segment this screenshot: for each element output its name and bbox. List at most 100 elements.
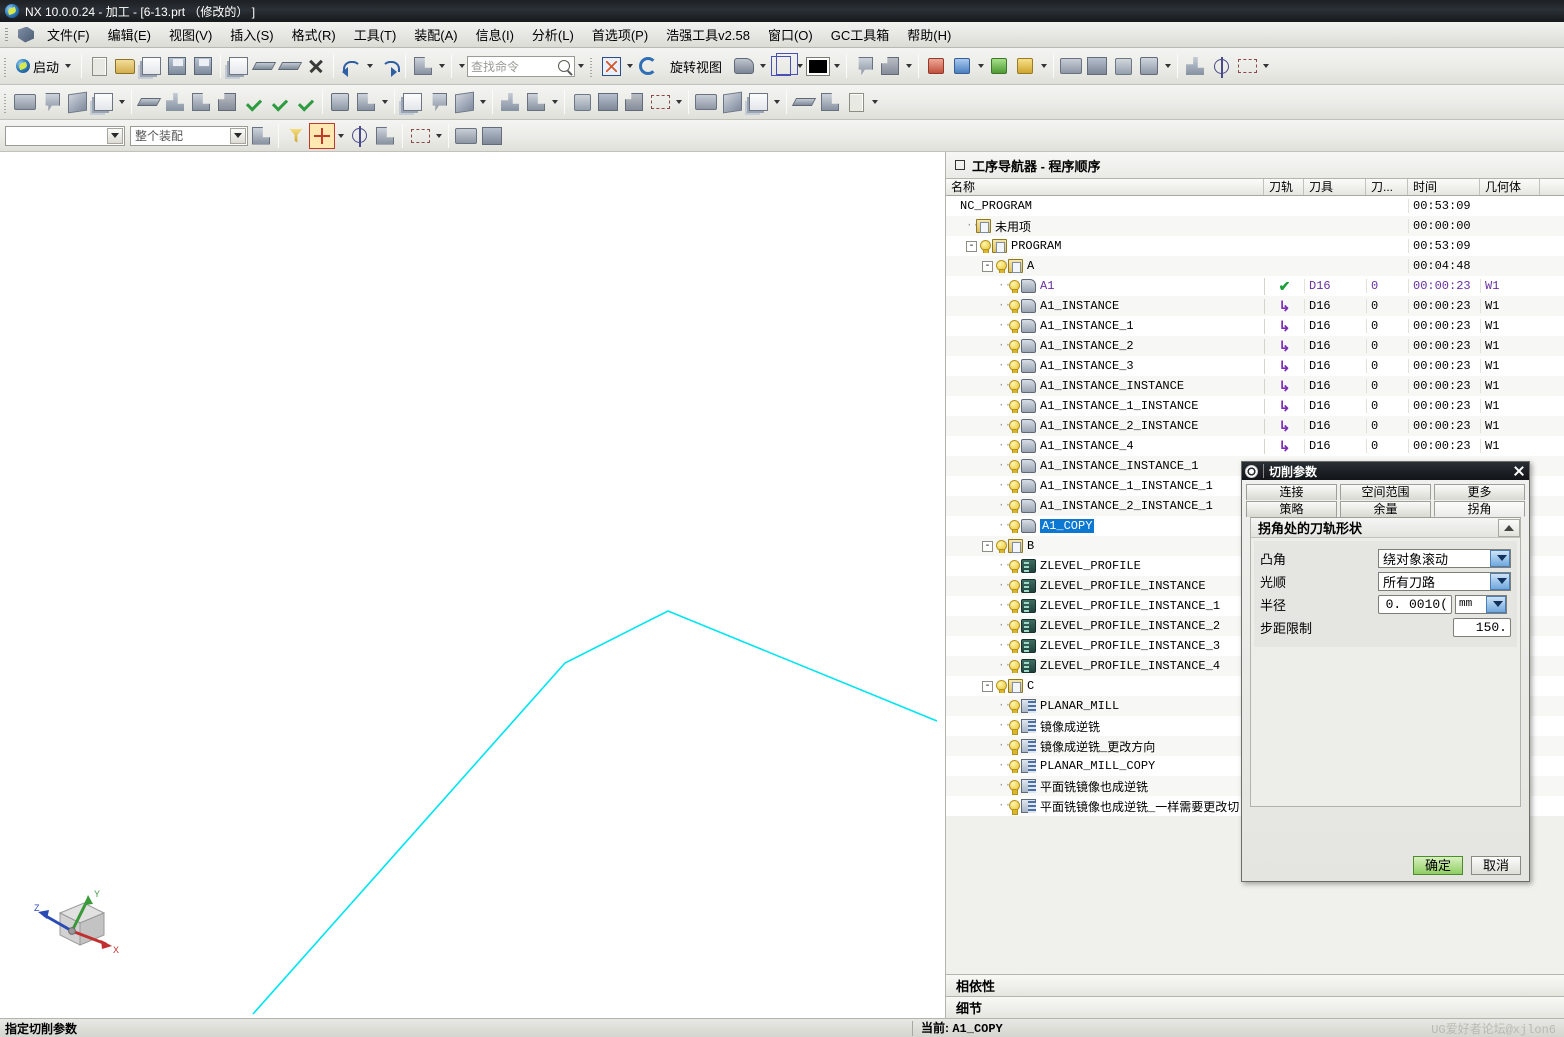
row-name-cell[interactable]: ··· A1_INSTANCE_INSTANCE xyxy=(946,379,1264,393)
dialog-titlebar[interactable]: 切削参数 xyxy=(1242,462,1529,480)
row-name-cell[interactable]: - PROGRAM xyxy=(946,239,1264,253)
fit-chevron-down-icon[interactable] xyxy=(624,54,635,78)
start-menu-button[interactable]: 启动 xyxy=(12,53,77,79)
delete-toolpath-button[interactable] xyxy=(303,53,329,79)
program-order-view-button[interactable] xyxy=(136,89,162,115)
table-row[interactable]: ··· A1_INSTANCE_INSTANCE ↳ D16 0 00:00:23 W1 xyxy=(946,376,1564,396)
menu-item-help[interactable]: 帮助(H) xyxy=(898,22,960,47)
feeds-speeds-button[interactable] xyxy=(569,89,595,115)
find-chevron-down-icon[interactable] xyxy=(575,54,586,78)
row-name-cell[interactable]: ··· A1_INSTANCE_INSTANCE_1 xyxy=(946,459,1264,473)
table-row[interactable]: ··· A1_INSTANCE_4 ↳ D16 0 00:00:23 W1 xyxy=(946,436,1564,456)
report-button[interactable] xyxy=(843,89,869,115)
row-name-cell[interactable]: -A xyxy=(946,259,1264,273)
select-features-button[interactable] xyxy=(248,123,274,149)
measure-button[interactable] xyxy=(1182,53,1208,79)
column-header[interactable]: 几何体 xyxy=(1480,179,1540,195)
menu-item-haoqiang[interactable]: 浩强工具v2.58 xyxy=(657,22,759,47)
row-name-cell[interactable]: ··· 镜像成逆铣_更改方向 xyxy=(946,738,1264,755)
tree-expander[interactable]: - xyxy=(982,260,993,272)
table-row[interactable]: ··· A1_INSTANCE ↳ D16 0 00:00:23 W1 xyxy=(946,296,1564,316)
chevron-down-icon[interactable] xyxy=(230,127,246,144)
sketch-chevron-down-icon[interactable] xyxy=(1038,54,1049,78)
face-select-button[interactable] xyxy=(479,123,505,149)
row-name-cell[interactable]: -C xyxy=(946,679,1264,693)
operation-navigator-button[interactable] xyxy=(225,53,251,79)
panel-pin-icon[interactable] xyxy=(955,160,965,170)
toolbar-grip[interactable] xyxy=(2,90,10,114)
avoidance-button[interactable] xyxy=(621,89,647,115)
transform-chevron-down-icon[interactable] xyxy=(436,54,447,78)
section-button[interactable] xyxy=(1234,53,1260,79)
selection-type-filter-select[interactable] xyxy=(5,125,125,146)
background-chevron-down-icon[interactable] xyxy=(831,54,842,78)
chevron-down-icon[interactable] xyxy=(107,127,123,144)
iso-view-button[interactable] xyxy=(719,89,745,115)
row-name-cell[interactable]: ··· ZLEVEL_PROFILE_INSTANCE_2 xyxy=(946,619,1264,633)
transform-op-button[interactable] xyxy=(399,89,425,115)
row-name-cell[interactable]: ··· ZLEVEL_PROFILE_INSTANCE_1 xyxy=(946,599,1264,613)
group-header-corner-shape[interactable]: 拐角处的刀轨形状 xyxy=(1251,518,1520,538)
export-chevron-down-icon[interactable] xyxy=(869,90,880,114)
boundary-button[interactable] xyxy=(647,89,673,115)
snap-quadrant-button[interactable] xyxy=(372,123,398,149)
row-name-cell[interactable]: ··· PLANAR_MILL_COPY xyxy=(946,759,1264,773)
snap-chevron-down-icon[interactable] xyxy=(335,124,346,148)
create-geometry-button[interactable] xyxy=(851,53,877,79)
verify-toolpath-button[interactable] xyxy=(277,53,303,79)
menu-item-file[interactable]: 文件(F) xyxy=(38,22,99,47)
toolbar-overflow-icon[interactable] xyxy=(456,54,467,78)
shade-chevron-down-icon[interactable] xyxy=(757,54,768,78)
export-button[interactable] xyxy=(791,89,817,115)
save-button[interactable] xyxy=(164,53,190,79)
row-name-cell[interactable]: ··· ZLEVEL_PROFILE_INSTANCE_4 xyxy=(946,659,1264,673)
sketch-button[interactable] xyxy=(986,53,1012,79)
column-header[interactable]: 刀具 xyxy=(1304,179,1366,195)
row-name-cell[interactable]: ··· A1_INSTANCE xyxy=(946,299,1264,313)
row-name-cell[interactable]: -B xyxy=(946,539,1264,553)
toolbar-grip[interactable] xyxy=(2,54,10,78)
smoothing-select[interactable]: 所有刀路 xyxy=(1378,571,1511,591)
row-name-cell[interactable]: ··· PLANAR_MILL xyxy=(946,699,1264,713)
tab-corner[interactable]: 拐角 xyxy=(1434,501,1525,517)
undo-chevron-down-icon[interactable] xyxy=(364,54,375,78)
tab-strategy[interactable]: 策略 xyxy=(1246,501,1337,517)
table-row[interactable]: - PROGRAM 00:53:09 xyxy=(946,236,1564,256)
open-button[interactable] xyxy=(112,53,138,79)
menu-item-analysis[interactable]: 分析(L) xyxy=(523,22,583,47)
toolbar-grip[interactable] xyxy=(588,54,597,78)
post-process-button[interactable] xyxy=(327,89,353,115)
create-method-button[interactable] xyxy=(877,53,903,79)
radius-input[interactable]: 0. 0010( xyxy=(1378,594,1452,614)
tab-more[interactable]: 更多 xyxy=(1434,484,1525,500)
menu-item-insert[interactable]: 插入(S) xyxy=(221,22,282,47)
cut-parameters-button[interactable] xyxy=(497,89,523,115)
redo-button[interactable] xyxy=(375,53,401,79)
row-name-cell[interactable]: ··· A1_COPY xyxy=(946,519,1264,533)
fit-view-button[interactable] xyxy=(598,53,624,79)
simulate-chevron-down-icon[interactable] xyxy=(771,90,782,114)
wcs-dynamic-button[interactable] xyxy=(923,53,949,79)
row-name-cell[interactable]: ··· A1_INSTANCE_2 xyxy=(946,339,1264,353)
chevron-down-icon[interactable] xyxy=(1490,549,1510,567)
column-header[interactable]: 刀轨 xyxy=(1264,179,1304,195)
machine-tool-view-button[interactable] xyxy=(162,89,188,115)
method-view-button[interactable] xyxy=(214,89,240,115)
tree-expander[interactable]: - xyxy=(982,540,993,552)
tree-expander[interactable]: - xyxy=(966,240,977,252)
menu-item-window[interactable]: 窗口(O) xyxy=(759,22,822,47)
solid-body-select-button[interactable] xyxy=(453,123,479,149)
replay-button[interactable] xyxy=(266,89,292,115)
create-tool-button[interactable] xyxy=(38,89,64,115)
create-op-chevron-down-icon[interactable] xyxy=(116,90,127,114)
feeds-chevron-down-icon[interactable] xyxy=(673,90,684,114)
datum-csys-button[interactable] xyxy=(949,53,975,79)
transform-button[interactable] xyxy=(410,53,436,79)
row-name-cell[interactable]: ··· A1_INSTANCE_1 xyxy=(946,319,1264,333)
new-button[interactable] xyxy=(86,53,112,79)
chevron-down-icon[interactable] xyxy=(62,54,73,78)
analysis-chevron-down-icon[interactable] xyxy=(1260,54,1271,78)
paste-op-button[interactable] xyxy=(451,89,477,115)
row-name-cell[interactable]: ··· ZLEVEL_PROFILE_INSTANCE xyxy=(946,579,1264,593)
cancel-button[interactable]: 取消 xyxy=(1471,856,1521,875)
